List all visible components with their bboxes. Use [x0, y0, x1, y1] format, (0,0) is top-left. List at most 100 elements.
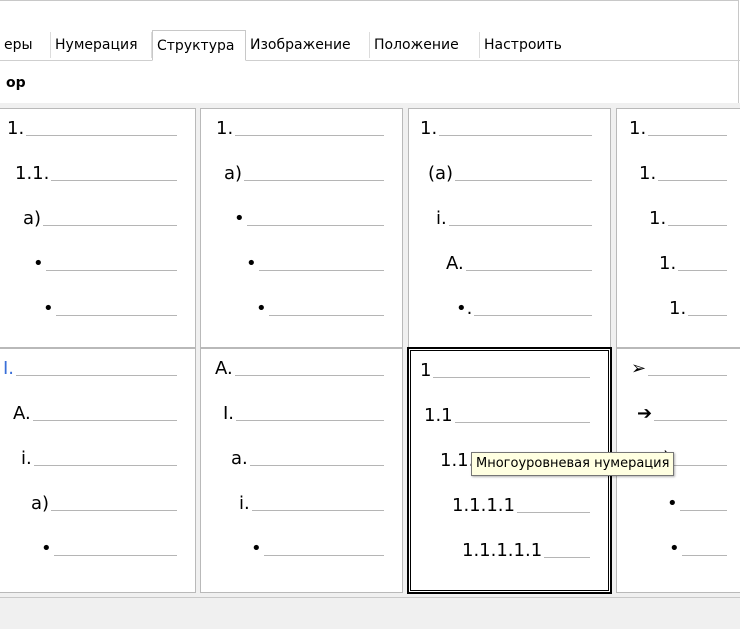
placeholder-line — [250, 465, 384, 466]
placeholder-line — [648, 375, 727, 376]
preview-level-3: i. — [21, 449, 177, 471]
placeholder-line — [439, 135, 592, 136]
preview-level-1: 1. — [7, 119, 177, 141]
outline-preset-grid: 1. 1.1. a) • • 1. a) • • • 1. (a) i. A. •. 1. 1. 1. 1. 1. I.… — [0, 103, 740, 603]
level-label: I. — [3, 358, 15, 379]
preview-level-4: • — [667, 493, 727, 516]
tab-label: Настроить — [484, 37, 562, 53]
preview-level-2: I. — [223, 404, 384, 426]
tab-bar: еры Нумерация Структура Изображение Поло… — [0, 30, 740, 61]
preview-level-4: • — [33, 253, 177, 276]
placeholder-line — [680, 510, 727, 511]
placeholder-line — [654, 420, 727, 421]
placeholder-line — [672, 465, 727, 466]
tab-label: Структура — [157, 38, 235, 54]
placeholder-line — [259, 270, 384, 271]
preview-level-2: ➔ — [637, 403, 727, 426]
preview-level-3: a. — [231, 448, 384, 471]
preview-level-2: (a) — [428, 164, 592, 186]
preview-level-2: a) — [224, 163, 384, 186]
level-label: 1. — [669, 298, 687, 319]
placeholder-line — [236, 420, 384, 421]
placeholder-line — [247, 225, 384, 226]
placeholder-line — [43, 225, 177, 226]
placeholder-line — [244, 180, 384, 181]
placeholder-line — [433, 377, 590, 378]
level-label: • — [33, 253, 44, 274]
tab-numbering[interactable]: Нумерация — [51, 32, 152, 58]
level-label: • — [667, 493, 678, 514]
cell-2[interactable]: 1. a) • • • — [200, 108, 403, 348]
preview-level-2: 1.1 — [424, 406, 590, 428]
level-label: 1.1.1.1 — [452, 495, 515, 516]
preview-level-5: •. — [456, 298, 592, 321]
preview-level-4: • — [246, 253, 384, 276]
placeholder-line — [455, 180, 592, 181]
level-label: 1.1. — [15, 163, 50, 184]
level-label: a) — [31, 493, 50, 514]
preview-level-5: 1.1.1.1.1 — [462, 540, 590, 563]
preview-level-1: 1. — [216, 118, 384, 141]
level-label: i. — [239, 493, 250, 514]
placeholder-line — [26, 135, 177, 136]
tab-label: еры — [4, 37, 33, 53]
level-label: • — [41, 538, 52, 559]
placeholder-line — [455, 422, 590, 423]
preview-level-3: 1. — [649, 209, 727, 231]
level-label: ➔ — [637, 403, 653, 424]
cell-4[interactable]: 1. 1. 1. 1. 1. — [616, 108, 740, 348]
level-label: i. — [436, 208, 447, 229]
preview-level-1: I. — [3, 358, 177, 381]
placeholder-line — [688, 315, 727, 316]
level-label: A. — [13, 403, 31, 424]
level-label: 1 — [420, 360, 432, 381]
preview-level-4: A. — [446, 253, 592, 276]
level-label: 1. — [639, 163, 657, 184]
tab-image[interactable]: Изображение — [246, 32, 370, 58]
cell-5[interactable]: I. A. i. a) • — [0, 348, 196, 593]
preview-level-2: 1.1. — [15, 163, 177, 186]
preview-level-4: a) — [31, 493, 177, 516]
placeholder-line — [235, 375, 384, 376]
tab-outline[interactable]: Структура — [152, 30, 246, 61]
preview-level-5: • — [41, 538, 177, 561]
level-label: • — [43, 298, 54, 319]
placeholder-line — [16, 375, 177, 376]
preview-level-5: • — [43, 298, 177, 321]
cell-1[interactable]: 1. 1.1. a) • • — [0, 108, 196, 348]
cell-6[interactable]: A. I. a. i. • — [200, 348, 403, 593]
level-label: a) — [224, 163, 243, 184]
preview-level-1: 1 — [420, 360, 590, 383]
placeholder-line — [682, 555, 727, 556]
placeholder-line — [51, 510, 177, 511]
level-label: 1. — [629, 118, 647, 139]
preview-level-5: • — [251, 539, 384, 561]
level-label: A. — [215, 358, 233, 379]
bottom-bar — [0, 597, 740, 629]
preview-level-1: ➢ — [631, 358, 727, 381]
cell-3[interactable]: 1. (a) i. A. •. — [408, 108, 611, 348]
level-label: 1. — [420, 118, 438, 139]
level-label: ➢ — [631, 358, 647, 379]
preview-level-3: a) — [23, 209, 177, 231]
placeholder-line — [449, 225, 592, 226]
level-label: •. — [456, 298, 473, 319]
placeholder-line — [252, 510, 384, 511]
tab-customize[interactable]: Настроить — [480, 32, 578, 58]
placeholder-line — [269, 315, 384, 316]
preview-level-4: 1.1.1.1 — [452, 495, 590, 518]
placeholder-line — [54, 555, 177, 556]
tab-position[interactable]: Положение — [370, 32, 480, 58]
level-label: A. — [446, 253, 464, 274]
placeholder-line — [668, 225, 727, 226]
placeholder-line — [235, 135, 384, 136]
placeholder-line — [517, 512, 590, 513]
tab-partial[interactable]: еры — [0, 32, 51, 58]
preview-level-4: 1. — [659, 254, 727, 276]
level-label: • — [246, 253, 257, 274]
placeholder-line — [474, 315, 592, 316]
level-label: 1. — [216, 118, 234, 139]
level-label: 1.1.1.1.1 — [462, 540, 543, 561]
placeholder-line — [33, 420, 177, 421]
level-label: a. — [231, 448, 248, 469]
